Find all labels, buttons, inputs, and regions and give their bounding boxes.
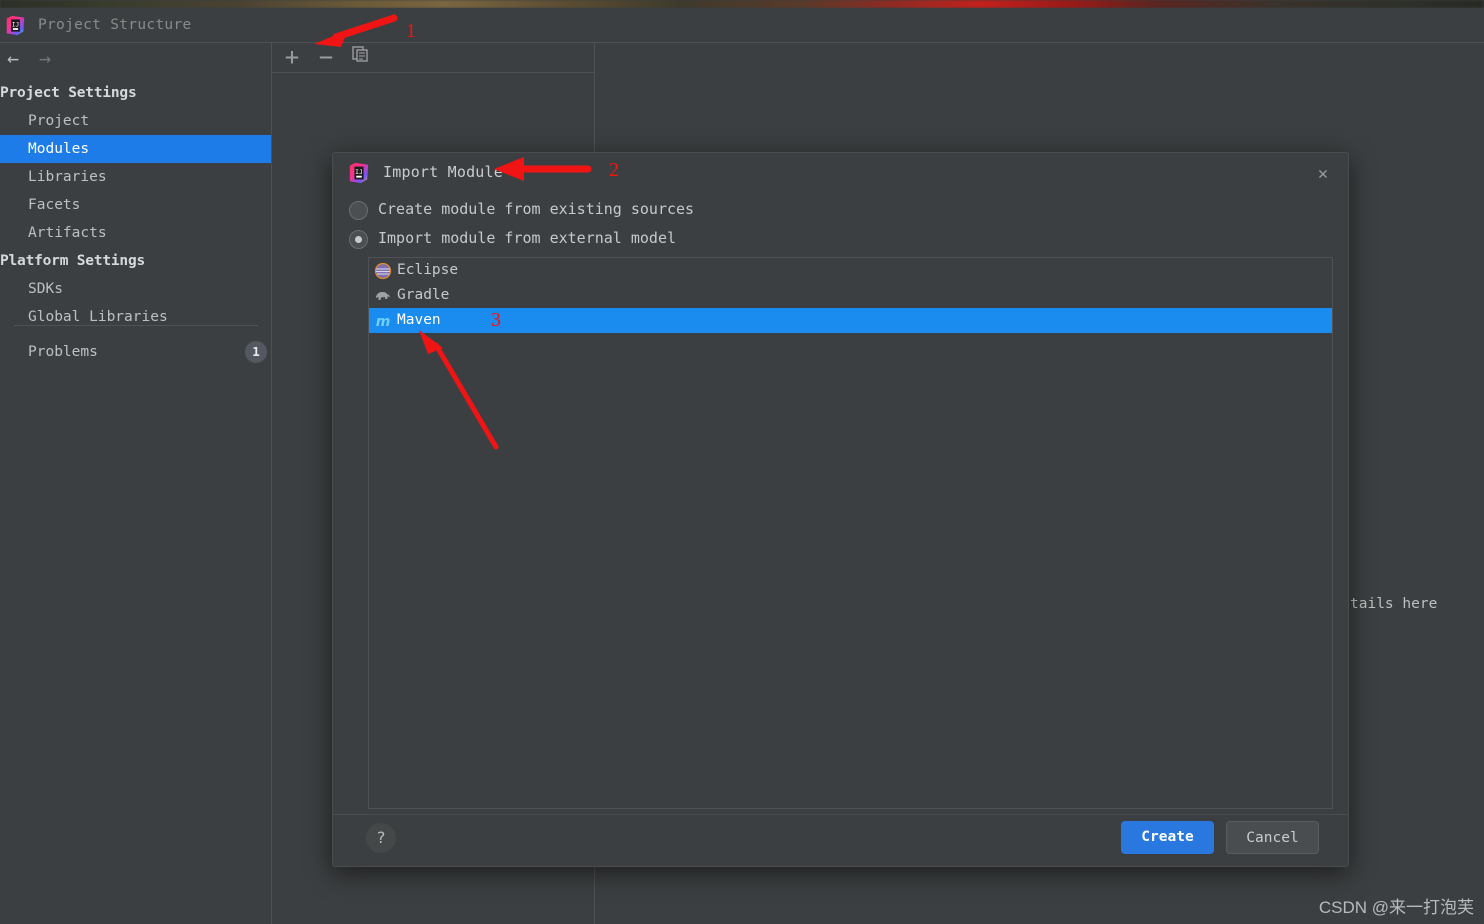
sidebar-item-problems-label: Problems [28,344,98,360]
intellij-idea-logo-icon: IJ [349,162,369,184]
sidebar-item-problems[interactable]: Problems 1 [0,338,272,366]
radio-circle-icon [349,201,368,220]
annotation-number-1: 1 [406,20,416,42]
sidebar-item-global-libraries[interactable]: Global Libraries [0,303,272,331]
list-item-maven-label: Maven [397,312,441,328]
gradle-elephant-icon [376,292,390,300]
list-item-eclipse-label: Eclipse [397,262,459,278]
sidebar-nav-header: ← → [0,43,272,73]
sidebar-divider [14,325,258,326]
watermark: CSDN @来一打泡芙 [1318,898,1474,917]
dialog-title: Import Module [383,163,503,181]
remove-module-button[interactable]: − [313,45,339,70]
window-title: Project Structure [38,17,192,33]
close-icon[interactable]: ✕ [1312,163,1334,185]
radio-import-from-external-model-label: Import module from external model [378,229,677,247]
radio-circle-selected-icon [349,230,368,249]
annotation-number-3: 3 [491,309,501,331]
eclipse-icon [374,262,392,280]
sidebar-item-sdks[interactable]: SDKs [0,275,272,303]
sidebar-items: Project Settings Project Modules Librari… [0,79,272,331]
svg-text:IJ: IJ [355,168,363,176]
sidebar-item-libraries[interactable]: Libraries [0,163,272,191]
list-item-gradle[interactable]: Gradle [369,283,1332,308]
sidebar-item-artifacts[interactable]: Artifacts [0,219,272,247]
add-module-button[interactable]: + [279,45,305,70]
create-button[interactable]: Create [1121,821,1214,854]
list-item-gradle-label: Gradle [397,287,450,303]
arrow-left-icon[interactable]: ← [0,47,26,69]
cancel-button[interactable]: Cancel [1226,821,1319,854]
sidebar-group-platform-settings: Platform Settings [0,253,146,269]
help-button[interactable]: ? [366,823,396,853]
app-root: IJ Project Structure ← → Project Setting… [0,0,1484,924]
list-item-maven[interactable]: m Maven [369,308,1332,333]
annotation-number-2: 2 [609,159,619,181]
list-item-eclipse[interactable]: Eclipse [369,258,1332,283]
sidebar-group-project-settings: Project Settings [0,85,137,101]
copy-icon [352,46,368,62]
settings-sidebar: ← → Project Settings Project Modules Lib… [0,43,272,924]
modules-toolbar: + − [272,43,595,72]
window-titlebar: IJ Project Structure [0,8,1484,43]
dialog-footer-divider [333,814,1348,815]
svg-text:m: m [376,314,391,330]
svg-text:IJ: IJ [12,21,19,28]
arrow-right-icon[interactable]: → [32,47,58,69]
radio-create-from-existing-sources-label: Create module from existing sources [378,200,695,218]
module-detail-text: tails here [1350,596,1438,612]
sidebar-item-facets[interactable]: Facets [0,191,272,219]
sidebar-item-project[interactable]: Project [0,107,272,135]
desktop-wallpaper-strip [0,0,1484,8]
problems-count-badge: 1 [245,341,267,363]
copy-module-button[interactable] [347,45,373,70]
sidebar-item-modules[interactable]: Modules [0,135,272,163]
import-module-dialog: IJ Import Module ✕ Create module from ex… [332,152,1349,867]
external-model-list[interactable]: Eclipse Gradle m Maven [368,257,1333,809]
maven-icon: m [376,314,391,330]
dialog-titlebar: IJ Import Module ✕ [333,153,1348,195]
intellij-idea-logo-icon: IJ [6,15,25,36]
